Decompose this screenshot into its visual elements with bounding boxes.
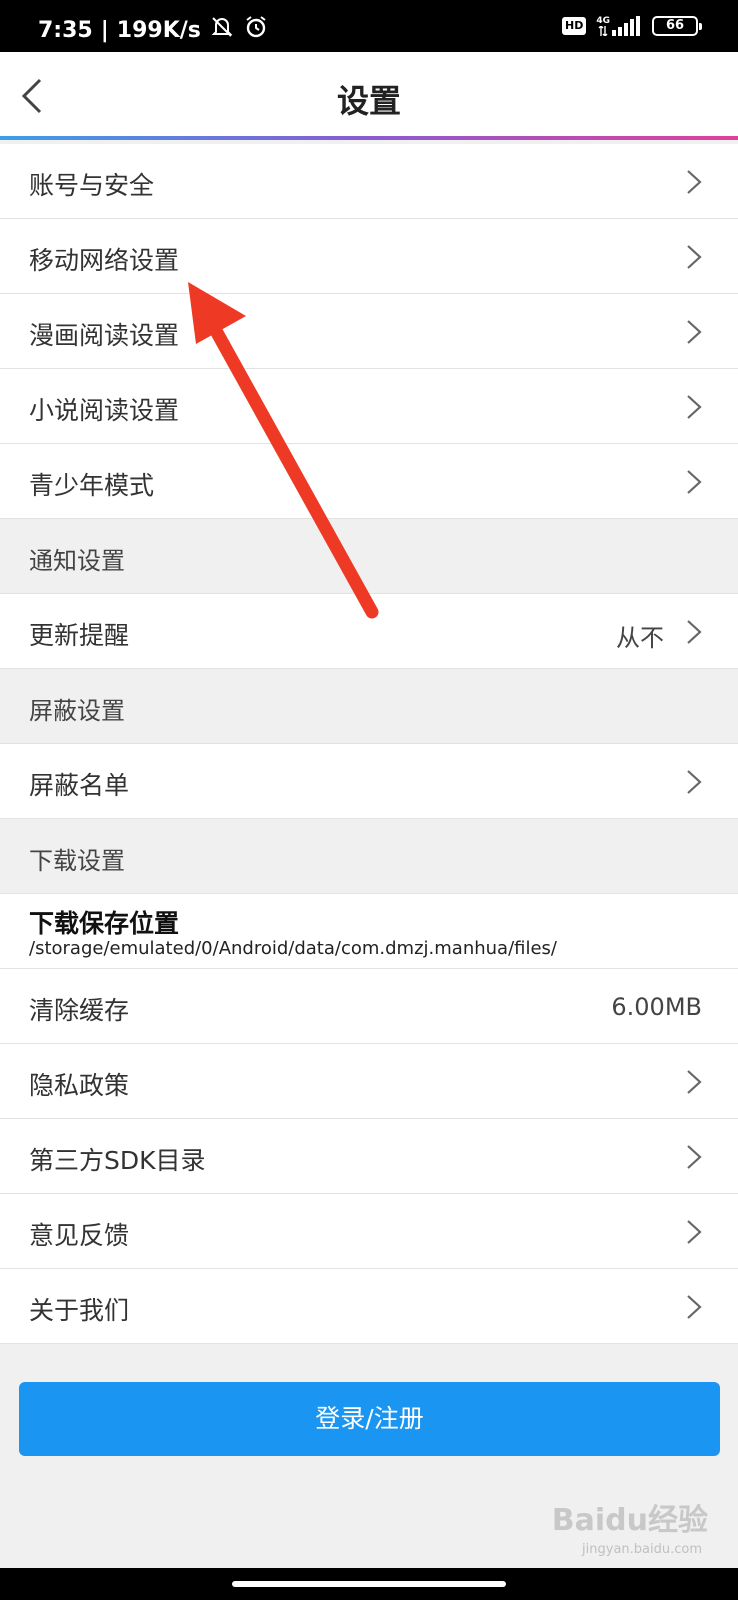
section-header: 下载设置 [0, 819, 738, 894]
settings-row[interactable]: 关于我们 [0, 1269, 738, 1344]
section-title: 屏蔽设置 [29, 697, 125, 725]
baidu-watermark-site: jingyan.baidu.com [582, 1542, 702, 1557]
settings-row-label: 第三方SDK目录 [29, 1146, 206, 1175]
settings-row-value: 从不 [616, 624, 664, 652]
settings-row[interactable]: 第三方SDK目录 [0, 1119, 738, 1194]
title-gradient-line [0, 136, 738, 140]
network-type: 4G [596, 16, 610, 26]
chevron-right-icon [684, 1069, 704, 1095]
settings-list: 账号与安全移动网络设置 漫画阅读设置 小说阅读设置 青少年模式通知设置更新提醒 从不屏蔽… [0, 144, 738, 1344]
settings-row[interactable]: 账号与安全 [0, 144, 738, 219]
settings-row[interactable]: 清除缓存 6.00MB [0, 969, 738, 1044]
settings-row-label: 隐私政策 [29, 1071, 130, 1100]
chevron-right-icon [684, 319, 704, 345]
navigation-bar [0, 1568, 738, 1600]
chevron-right-icon [684, 1294, 704, 1320]
settings-row[interactable]: 小说阅读设置 [0, 369, 738, 444]
page-title: 设置 [336, 82, 401, 120]
status-bar: 7:35 | 199K/s HD 4G 66 [0, 0, 738, 52]
alarm-icon [243, 14, 269, 46]
status-left: 7:35 | 199K/s [38, 14, 269, 46]
chevron-right-icon [684, 769, 704, 795]
section-header: 通知设置 [0, 519, 738, 594]
settings-row[interactable]: 隐私政策 [0, 1044, 738, 1119]
settings-row-label: 更新提醒 [29, 621, 130, 650]
chevron-right-icon [684, 394, 704, 420]
status-time: 7:35 [38, 17, 93, 43]
settings-row[interactable]: 移动网络设置 [0, 219, 738, 294]
settings-row-label: 屏蔽名单 [29, 771, 130, 800]
settings-row[interactable]: 意见反馈 [0, 1194, 738, 1269]
chevron-right-icon [684, 619, 704, 645]
status-right: HD 4G 66 [562, 16, 702, 36]
settings-row-label: 清除缓存 [29, 996, 130, 1025]
settings-row[interactable]: 漫画阅读设置 [0, 294, 738, 369]
settings-row[interactable]: 屏蔽名单 [0, 744, 738, 819]
signal-icon: 4G [596, 16, 642, 36]
chevron-right-icon [684, 1219, 704, 1245]
settings-row[interactable]: 青少年模式 [0, 444, 738, 519]
title-bar: 设置 [0, 52, 738, 140]
status-divider: | [100, 17, 109, 43]
download-path-text: /storage/emulated/0/Android/data/com.dmz… [29, 938, 557, 959]
chevron-right-icon [684, 1144, 704, 1170]
mute-bell-icon [209, 14, 235, 46]
login-register-button[interactable]: 登录/注册 [19, 1382, 720, 1456]
settings-row-label: 移动网络设置 [29, 246, 180, 275]
settings-row-label: 账号与安全 [29, 171, 155, 200]
settings-row[interactable]: 下载保存位置/storage/emulated/0/Android/data/c… [0, 894, 738, 969]
chevron-right-icon [684, 244, 704, 270]
section-title: 通知设置 [29, 547, 125, 575]
baidu-watermark: Baidu经验 [551, 1503, 708, 1538]
chevron-right-icon [684, 169, 704, 195]
settings-row-label: 小说阅读设置 [29, 396, 180, 425]
status-net-speed: 199K/s [116, 17, 201, 43]
battery-indicator: 66 [652, 16, 702, 36]
section-header: 屏蔽设置 [0, 669, 738, 744]
section-title: 下载设置 [29, 847, 125, 875]
settings-row-label: 青少年模式 [29, 471, 155, 500]
chevron-right-icon [684, 469, 704, 495]
settings-row-label: 漫画阅读设置 [29, 321, 180, 350]
settings-row-value: 6.00MB [611, 993, 702, 1021]
settings-row-label: 下载保存位置 [29, 909, 180, 938]
settings-row-label: 意见反馈 [29, 1221, 130, 1250]
settings-row-label: 关于我们 [29, 1296, 130, 1325]
hd-badge: HD [562, 17, 587, 35]
settings-row[interactable]: 更新提醒 从不 [0, 594, 738, 669]
home-indicator[interactable] [232, 1581, 506, 1587]
